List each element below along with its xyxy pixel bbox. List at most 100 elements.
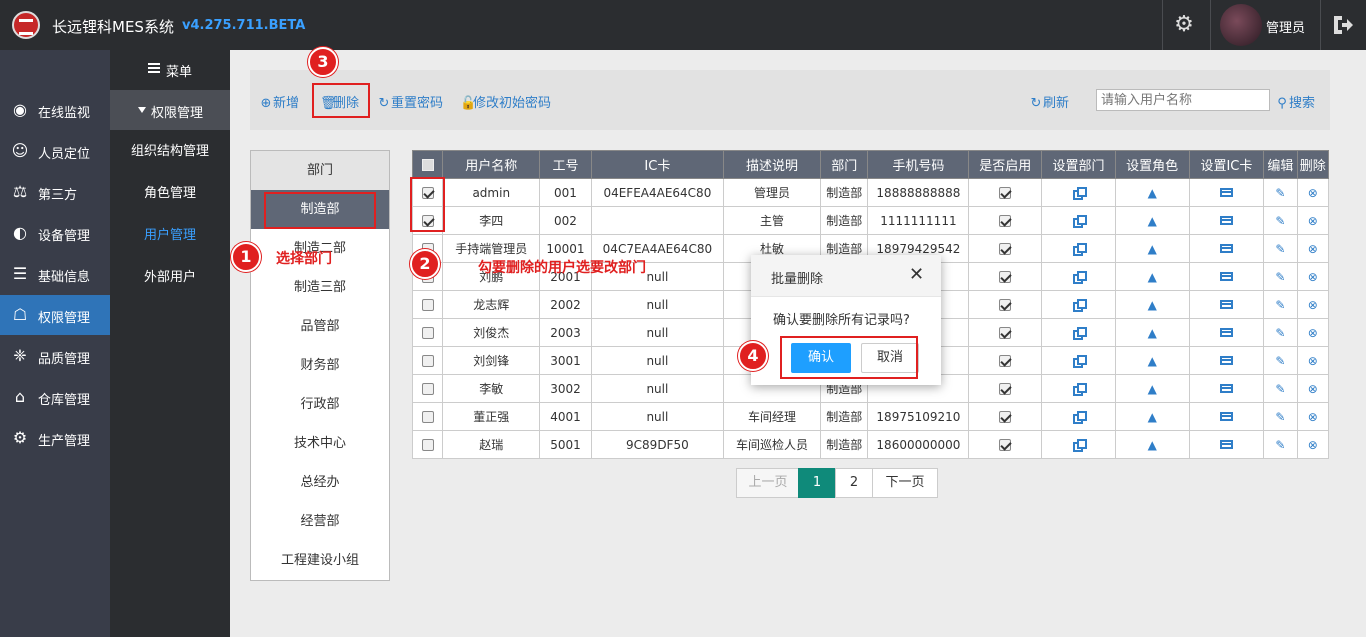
row-checkbox[interactable] [421,439,434,451]
username[interactable]: 管理员 [1266,17,1305,36]
department-item[interactable]: 行政部 [251,385,389,424]
nav-item[interactable]: ☺ 人员定位 [0,131,110,171]
delete-circle-icon[interactable]: ⊗ [1308,215,1318,227]
table-row[interactable]: admin 001 04EFEA4AE64C80 管理员 制造部 18888888888 ▲… [411,178,1330,207]
select-all-header[interactable] [411,150,444,179]
ic-card-icon[interactable] [1219,327,1233,337]
sub-nav-item[interactable]: 组织结构管理 [110,132,230,172]
add-button[interactable]: ⊕ 新增 [260,92,299,111]
table-row[interactable]: 李四 002 主管 制造部 1111111111 ▲ ✎ ⊗ [411,206,1330,235]
edit-cell[interactable]: ✎ [1263,178,1298,207]
prev-page-button[interactable]: 上一页 [736,468,800,498]
user-role-icon[interactable]: ▲ [1148,299,1157,311]
department-item[interactable]: 财务部 [251,346,389,385]
set-department-icon[interactable] [1072,214,1087,228]
set-role-cell[interactable]: ▲ [1114,206,1190,235]
edit-pencil-icon[interactable]: ✎ [1275,215,1285,227]
row-checkbox[interactable] [421,383,434,395]
edit-cell[interactable]: ✎ [1263,346,1298,375]
set-ic-card-cell[interactable] [1188,206,1265,235]
page-1-button[interactable]: 1 [798,468,836,498]
set-ic-card-cell[interactable] [1188,290,1265,319]
row-select-cell[interactable] [411,346,444,375]
user-role-icon[interactable]: ▲ [1148,383,1157,395]
set-department-icon[interactable] [1072,242,1087,256]
department-item[interactable]: 制造三部 [251,268,389,307]
enabled-checkbox[interactable] [999,299,1012,311]
menu-toggle[interactable]: 菜单 [110,50,230,88]
edit-pencil-icon[interactable]: ✎ [1275,327,1285,339]
set-ic-card-cell[interactable] [1188,262,1265,291]
edit-pencil-icon[interactable]: ✎ [1275,271,1285,283]
ic-card-icon[interactable] [1219,215,1233,225]
set-department-cell[interactable] [1041,290,1116,319]
ic-card-icon[interactable] [1219,271,1233,281]
department-item[interactable]: 工程建设小组 [251,541,389,580]
enabled-checkbox[interactable] [999,215,1012,227]
department-item[interactable]: 品管部 [251,307,389,346]
edit-cell[interactable]: ✎ [1263,290,1298,319]
delete-cell[interactable]: ⊗ [1296,234,1330,263]
delete-cell[interactable]: ⊗ [1296,262,1330,291]
user-role-icon[interactable]: ▲ [1148,187,1157,199]
edit-pencil-icon[interactable]: ✎ [1275,411,1285,423]
set-role-cell[interactable]: ▲ [1114,290,1190,319]
ic-card-icon[interactable] [1219,383,1233,393]
row-checkbox[interactable] [421,327,434,339]
set-department-icon[interactable] [1072,354,1087,368]
row-select-cell[interactable] [411,290,444,319]
sub-nav-item[interactable]: 用户管理 [110,216,230,256]
nav-group-permission[interactable]: 权限管理 [110,90,230,130]
enabled-checkbox[interactable] [999,243,1012,255]
avatar[interactable] [1220,4,1262,46]
edit-cell[interactable]: ✎ [1263,234,1298,263]
enabled-cell[interactable] [968,178,1043,207]
set-ic-card-cell[interactable] [1188,178,1265,207]
set-role-cell[interactable]: ▲ [1114,402,1190,431]
logout-icon[interactable] [1330,12,1356,38]
next-page-button[interactable]: 下一页 [872,468,938,498]
edit-pencil-icon[interactable]: ✎ [1275,299,1285,311]
enabled-checkbox[interactable] [999,411,1012,423]
sub-nav-item[interactable]: 外部用户 [110,258,230,298]
enabled-checkbox[interactable] [999,355,1012,367]
table-row[interactable]: 董正强 4001 null 车间经理 制造部 18975109210 ▲ ✎ ⊗ [411,402,1330,431]
edit-pencil-icon[interactable]: ✎ [1275,383,1285,395]
enabled-checkbox[interactable] [999,187,1012,199]
ic-card-icon[interactable] [1219,243,1233,253]
delete-circle-icon[interactable]: ⊗ [1308,299,1318,311]
set-department-cell[interactable] [1041,402,1116,431]
nav-item[interactable]: ◉ 在线监视 [0,90,110,130]
table-row[interactable]: 赵瑞 5001 9C89DF50 车间巡检人员 制造部 18600000000 ▲ ✎ ⊗ [411,430,1330,459]
ic-card-icon[interactable] [1219,187,1233,197]
delete-cell[interactable]: ⊗ [1296,374,1330,403]
set-role-cell[interactable]: ▲ [1114,374,1190,403]
set-department-cell[interactable] [1041,346,1116,375]
set-department-cell[interactable] [1041,206,1116,235]
enabled-cell[interactable] [968,290,1043,319]
set-department-icon[interactable] [1072,410,1087,424]
nav-item[interactable]: ⚙ 生产管理 [0,418,110,458]
select-all-checkbox[interactable] [421,158,434,171]
nav-item[interactable]: ⌂ 仓库管理 [0,377,110,417]
set-ic-card-cell[interactable] [1188,234,1265,263]
settings-gear-icon[interactable]: ⚙ [1170,12,1198,38]
delete-circle-icon[interactable]: ⊗ [1308,327,1318,339]
user-role-icon[interactable]: ▲ [1148,327,1157,339]
row-select-cell[interactable] [411,430,444,459]
edit-pencil-icon[interactable]: ✎ [1275,439,1285,451]
set-ic-card-cell[interactable] [1188,402,1265,431]
edit-cell[interactable]: ✎ [1263,374,1298,403]
set-department-cell[interactable] [1041,374,1116,403]
set-ic-card-cell[interactable] [1188,346,1265,375]
nav-item[interactable]: ☖ 权限管理 [0,295,110,335]
row-select-cell[interactable] [411,318,444,347]
row-select-cell[interactable] [411,402,444,431]
set-role-cell[interactable]: ▲ [1114,262,1190,291]
enabled-cell[interactable] [968,206,1043,235]
enabled-checkbox[interactable] [999,383,1012,395]
enabled-cell[interactable] [968,318,1043,347]
set-ic-card-cell[interactable] [1188,430,1265,459]
page-2-button[interactable]: 2 [835,468,873,498]
set-department-icon[interactable] [1072,270,1087,284]
